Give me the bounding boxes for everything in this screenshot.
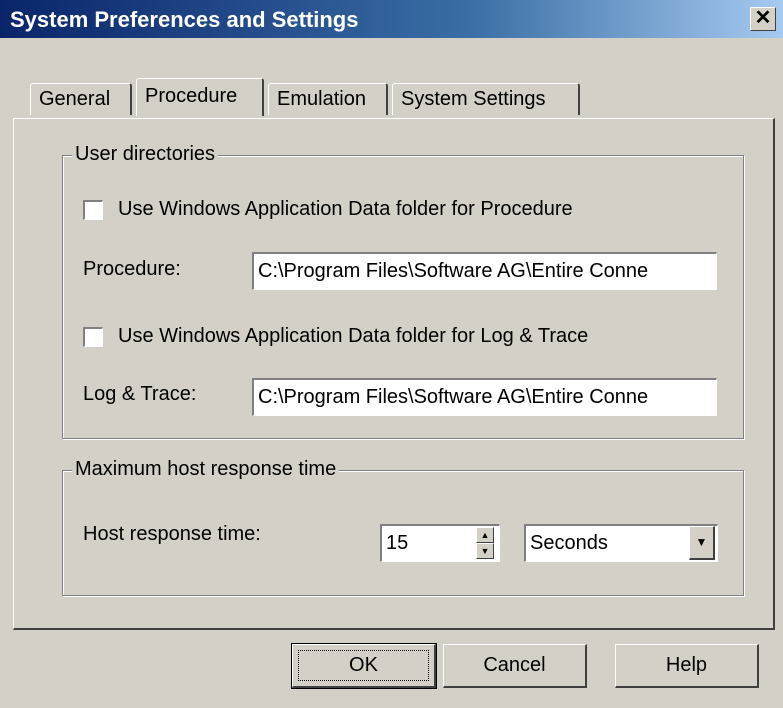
cancel-button[interactable]: Cancel	[443, 644, 587, 688]
use-appdata-log-trace-checkbox[interactable]	[83, 327, 103, 347]
spin-down-button[interactable]: ▼	[476, 543, 494, 559]
log-trace-path-field[interactable]: C:\Program Files\Software AG\Entire Conn…	[252, 378, 717, 416]
use-appdata-procedure-checkbox[interactable]	[83, 200, 103, 220]
tab-label: Procedure	[145, 85, 238, 107]
close-button[interactable]: ✕	[750, 7, 776, 31]
spin-down-icon: ▼	[480, 546, 490, 556]
ok-button-label: OK	[349, 654, 378, 676]
tab-label: General	[39, 88, 111, 110]
tab-system-settings[interactable]: System Settings	[392, 83, 580, 115]
tab-emulation[interactable]: Emulation	[268, 83, 388, 115]
ok-button[interactable]: OK	[291, 643, 437, 689]
tab-label: System Settings	[401, 88, 546, 110]
tab-procedure[interactable]: Procedure	[136, 78, 264, 116]
time-unit-value: Seconds	[530, 532, 608, 554]
procedure-label: Procedure:	[83, 258, 181, 280]
use-appdata-procedure-label: Use Windows Application Data folder for …	[118, 198, 573, 220]
window-title: System Preferences and Settings	[10, 7, 359, 32]
procedure-path-field[interactable]: C:\Program Files\Software AG\Entire Conn…	[252, 252, 717, 290]
help-button-label: Help	[665, 654, 708, 676]
spin-up-button[interactable]: ▲	[476, 527, 494, 543]
tab-general[interactable]: General	[30, 83, 132, 115]
use-appdata-log-trace-label: Use Windows Application Data folder for …	[118, 325, 589, 347]
tab-label: Emulation	[277, 88, 366, 110]
time-unit-dropdown-button[interactable]: ▼	[689, 526, 715, 560]
close-icon: ✕	[754, 7, 772, 29]
max-response-time-legend: Maximum host response time	[72, 458, 340, 481]
host-response-time-label: Host response time:	[83, 523, 261, 545]
help-button[interactable]: Help	[615, 644, 759, 688]
log-trace-label: Log & Trace:	[83, 383, 197, 405]
user-directories-legend: User directories	[72, 143, 219, 166]
cancel-button-label: Cancel	[483, 654, 546, 676]
spin-up-icon: ▲	[480, 530, 490, 540]
title-bar: System Preferences and Settings ✕	[0, 0, 783, 38]
chevron-down-icon: ▼	[695, 535, 708, 549]
